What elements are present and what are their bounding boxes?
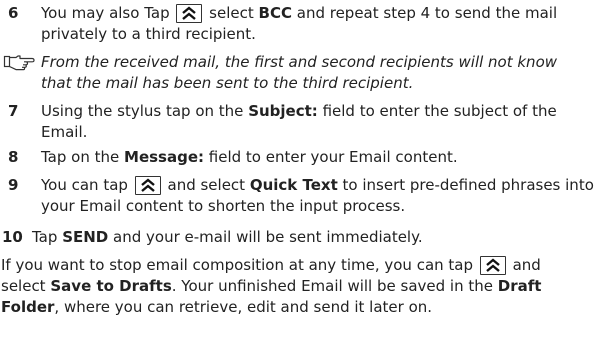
- menu-button-icon: [134, 176, 161, 195]
- menu-button-icon: [479, 256, 506, 275]
- pointing-hand-note-icon: [2, 52, 36, 73]
- bcc-label: BCC: [258, 4, 292, 22]
- step-number: 10: [2, 228, 23, 246]
- step-number: 8: [8, 148, 19, 166]
- message-label: Message:: [124, 148, 205, 166]
- note: From the received mail, the first and se…: [0, 52, 611, 94]
- send-label: SEND: [62, 228, 109, 246]
- draft-label: Draft: [497, 277, 542, 295]
- step-text: You can tap and select Quick Text to ins…: [41, 176, 594, 215]
- subject-label: Subject:: [248, 102, 318, 120]
- quick-text-label: Quick Text: [249, 176, 338, 194]
- step-8: 8 Tap on the Message: field to enter you…: [0, 147, 611, 168]
- step-number: 7: [8, 102, 19, 120]
- manual-page: 6 You may also Tap select BCC and repeat…: [0, 0, 615, 353]
- menu-button-icon: [176, 4, 203, 23]
- save-to-drafts-label: Save to Drafts: [50, 277, 172, 295]
- step-10: 10 Tap SEND and your e-mail will be sent…: [0, 227, 611, 248]
- step-number: 6: [8, 4, 19, 22]
- step-7: 7 Using the stylus tap on the Subject: f…: [0, 101, 611, 143]
- step-text: Tap SEND and your e-mail will be sent im…: [32, 228, 423, 246]
- folder-label: Folder: [1, 298, 55, 316]
- step-text: Tap on the Message: field to enter your …: [41, 148, 458, 166]
- step-6: 6 You may also Tap select BCC and repeat…: [0, 3, 611, 45]
- closing-paragraph: If you want to stop email composition at…: [1, 256, 542, 316]
- step-9: 9 You can tap and select Quick Text to i…: [0, 175, 611, 217]
- step-text: You may also Tap select BCC and repeat s…: [41, 4, 558, 43]
- step-text: Using the stylus tap on the Subject: fie…: [41, 102, 557, 141]
- step-number: 9: [8, 176, 19, 194]
- note-text: From the received mail, the first and se…: [41, 53, 558, 92]
